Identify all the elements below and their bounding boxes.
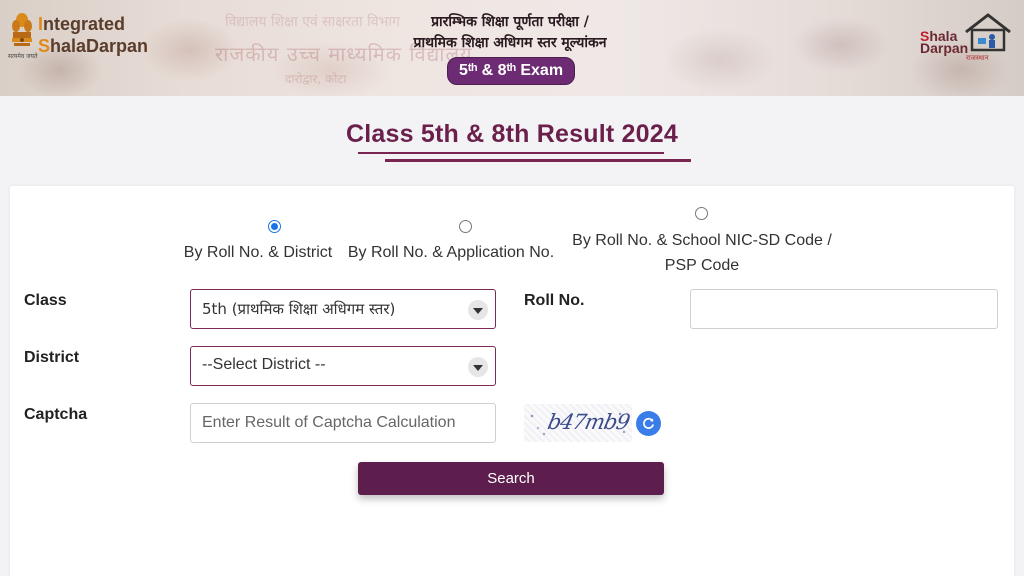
- house-logo-icon: [965, 13, 1011, 52]
- district-select[interactable]: --Select District --: [190, 346, 496, 386]
- logo-text-rajasthan: राजस्थान: [966, 54, 989, 62]
- page-title: Class 5th & 8th Result 2024: [346, 120, 678, 148]
- district-label: District: [24, 349, 80, 366]
- radio-label-roll-application[interactable]: By Roll No. & Application No.: [346, 240, 556, 265]
- radio-roll-district[interactable]: [268, 220, 281, 233]
- radio-roll-application[interactable]: [459, 220, 472, 233]
- shala-darpan-logo[interactable]: Shala Darpan राजस्थान: [918, 12, 1018, 64]
- radio-label-roll-school-code[interactable]: By Roll No. & School NIC-SD Code / PSP C…: [572, 228, 832, 278]
- exam-badge: 5ᵗʰ & 8ᵗʰ Exam: [447, 57, 575, 85]
- logo-text-shaladarpan: ShalaDarpan: [38, 36, 149, 56]
- district-select-value: --Select District --: [202, 356, 326, 373]
- search-button[interactable]: Search: [358, 462, 664, 495]
- captcha-input[interactable]: [190, 403, 496, 443]
- logo-text-integrated: Integrated: [38, 14, 126, 34]
- captcha-text: b47mb9: [545, 410, 632, 434]
- logo-text-darpan: Darpan: [920, 40, 969, 56]
- title-underline-bottom: [385, 159, 691, 162]
- exam-title-line2: प्राथमिक शिक्षा अधिगम स्तर मूल्यांकन: [413, 35, 607, 51]
- refresh-captcha-button[interactable]: [636, 411, 661, 436]
- header-banner: विद्यालय शिक्षा एवं साक्षरता विभाग राजकी…: [0, 0, 1024, 96]
- integrated-shaladarpan-logo[interactable]: सत्यमेव जयते Integrated ShalaDarpan: [8, 12, 158, 62]
- emblem-caption: सत्यमेव जयते: [8, 53, 38, 60]
- captcha-image: b47mb9: [524, 404, 632, 442]
- chevron-down-icon: [468, 357, 488, 377]
- class-select-value: 5th (प्राथमिक शिक्षा अधिगम स्तर): [202, 300, 396, 318]
- roll-no-input[interactable]: [690, 289, 998, 329]
- chevron-down-icon: [468, 300, 488, 320]
- title-underline-top: [358, 152, 664, 154]
- exam-title-line1: प्रारम्भिक शिक्षा पूर्णता परीक्षा /: [431, 14, 589, 30]
- header-background-text-sub: दारोद्वार, कोटा: [285, 72, 347, 86]
- roll-no-label: Roll No.: [524, 292, 585, 309]
- national-emblem-icon: [12, 13, 32, 46]
- radio-label-roll-district[interactable]: By Roll No. & District: [178, 240, 338, 265]
- refresh-icon: [643, 417, 655, 429]
- exam-title-hindi: प्रारम्भिक शिक्षा पूर्णता परीक्षा / प्रा…: [330, 12, 690, 54]
- class-label: Class: [24, 292, 67, 309]
- radio-roll-school-code[interactable]: [695, 207, 708, 220]
- class-select[interactable]: 5th (प्राथमिक शिक्षा अधिगम स्तर): [190, 289, 496, 329]
- captcha-label: Captcha: [24, 406, 88, 423]
